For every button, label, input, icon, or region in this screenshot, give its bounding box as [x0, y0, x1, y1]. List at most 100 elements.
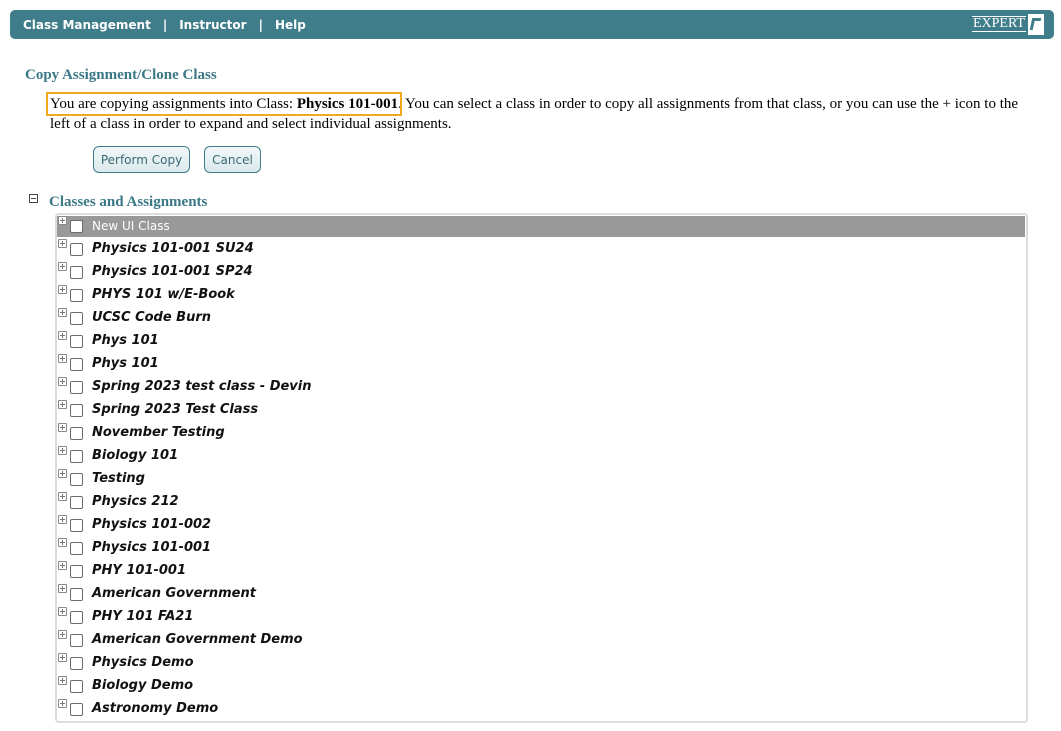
class-checkbox[interactable]: [70, 680, 83, 693]
tree-row[interactable]: American Government: [57, 584, 1025, 605]
logo-icon: [1028, 13, 1044, 35]
class-checkbox[interactable]: [70, 243, 83, 256]
tree-section-title: Classes and Assignments: [49, 194, 208, 210]
class-checkbox[interactable]: [70, 703, 83, 716]
class-checkbox[interactable]: [70, 266, 83, 279]
class-checkbox[interactable]: [70, 427, 83, 440]
class-checkbox[interactable]: [70, 381, 83, 394]
top-nav-bar: Class Management | Instructor | Help EXP…: [10, 10, 1054, 39]
expand-plus-icon[interactable]: [58, 607, 67, 616]
expert-logo[interactable]: EXPERT: [971, 13, 1044, 35]
class-name-label: American Government Demo: [92, 632, 303, 647]
expand-plus-icon[interactable]: [58, 308, 67, 317]
class-name-label: Spring 2023 Test Class: [92, 402, 259, 417]
tree-row[interactable]: Physics 101-001: [57, 538, 1025, 559]
expand-plus-icon[interactable]: [58, 469, 67, 478]
tree-row[interactable]: Physics 101-001 SP24: [57, 262, 1025, 283]
class-name-label: Phys 101: [92, 333, 159, 348]
expand-plus-icon[interactable]: [58, 515, 67, 524]
cancel-button[interactable]: Cancel: [204, 146, 261, 173]
class-name-label: Phys 101: [92, 356, 159, 371]
logo-text: EXPERT: [971, 16, 1026, 32]
tree-row[interactable]: PHY 101-001: [57, 561, 1025, 582]
nav-class-management[interactable]: Class Management: [23, 18, 151, 32]
class-checkbox[interactable]: [70, 565, 83, 578]
class-checkbox[interactable]: [70, 358, 83, 371]
class-name-label: November Testing: [92, 425, 225, 440]
expand-plus-icon[interactable]: [58, 216, 67, 225]
class-checkbox[interactable]: [70, 634, 83, 647]
expand-plus-icon[interactable]: [58, 262, 67, 271]
class-checkbox[interactable]: [70, 312, 83, 325]
tree-row[interactable]: PHY 101 FA21: [57, 607, 1025, 628]
tree-row[interactable]: November Testing: [57, 423, 1025, 444]
tree-row[interactable]: Physics 212: [57, 492, 1025, 513]
collapse-icon[interactable]: [29, 194, 38, 203]
target-class-name: Physics 101-001: [296, 96, 399, 112]
class-name-label: Biology 101: [92, 448, 179, 463]
nav-help[interactable]: Help: [275, 18, 306, 32]
expand-plus-icon[interactable]: [58, 285, 67, 294]
class-checkbox[interactable]: [70, 588, 83, 601]
tree-row[interactable]: Physics 101-001 SU24: [57, 239, 1025, 260]
expand-plus-icon[interactable]: [58, 538, 67, 547]
class-name-label: Physics 101-001: [92, 540, 212, 555]
class-name-label: UCSC Code Burn: [92, 310, 212, 325]
class-name-label: Physics Demo: [92, 655, 194, 670]
tree-row[interactable]: American Government Demo: [57, 630, 1025, 651]
tree-row[interactable]: PHYS 101 w/E-Book: [57, 285, 1025, 306]
tree-row[interactable]: Testing: [57, 469, 1025, 490]
class-checkbox[interactable]: [70, 611, 83, 624]
tree-row[interactable]: Biology 101: [57, 446, 1025, 467]
tree-row[interactable]: New UI Class: [57, 216, 1025, 237]
class-checkbox[interactable]: [70, 404, 83, 417]
class-name-label: PHY 101 FA21: [92, 609, 194, 624]
class-name-label: Biology Demo: [92, 678, 194, 693]
expand-plus-icon[interactable]: [58, 354, 67, 363]
tree-row[interactable]: Biology Demo: [57, 676, 1025, 697]
expand-plus-icon[interactable]: [58, 446, 67, 455]
class-checkbox[interactable]: [70, 657, 83, 670]
expand-plus-icon[interactable]: [58, 492, 67, 501]
perform-copy-button[interactable]: Perform Copy: [93, 146, 190, 173]
tree-row[interactable]: Phys 101: [57, 354, 1025, 375]
class-checkbox[interactable]: [70, 220, 83, 233]
class-checkbox[interactable]: [70, 450, 83, 463]
target-class-notice: You are copying assignments into Class: …: [45, 92, 403, 116]
tree-row[interactable]: Phys 101: [57, 331, 1025, 352]
expand-plus-icon[interactable]: [58, 699, 67, 708]
expand-plus-icon[interactable]: [58, 584, 67, 593]
class-name-label: Astronomy Demo: [92, 701, 219, 716]
tree-row[interactable]: Physics Demo: [57, 653, 1025, 674]
tree-row[interactable]: Spring 2023 Test Class: [57, 400, 1025, 421]
class-checkbox[interactable]: [70, 473, 83, 486]
expand-plus-icon[interactable]: [58, 423, 67, 432]
expand-plus-icon[interactable]: [58, 400, 67, 409]
class-name-label: PHY 101-001: [92, 563, 187, 578]
class-name-label: Spring 2023 test class - Devin: [92, 379, 312, 394]
class-name-label: Physics 101-002: [92, 517, 212, 532]
tree-row[interactable]: Spring 2023 test class - Devin: [57, 377, 1025, 398]
class-checkbox[interactable]: [70, 542, 83, 555]
class-tree: New UI Class Physics 101-001 SU24 Physics …: [55, 213, 1028, 723]
tree-row[interactable]: Astronomy Demo: [57, 699, 1025, 720]
class-checkbox[interactable]: [70, 496, 83, 509]
expand-plus-icon[interactable]: [58, 561, 67, 570]
class-name-label: New UI Class: [92, 219, 170, 233]
class-name-label: Testing: [92, 471, 145, 486]
expand-plus-icon[interactable]: [58, 239, 67, 248]
expand-plus-icon[interactable]: [58, 331, 67, 340]
class-name-label: PHYS 101 w/E-Book: [92, 287, 235, 302]
expand-plus-icon[interactable]: [58, 676, 67, 685]
intro-text: You are copying assignments into Class: …: [45, 92, 1030, 134]
expand-plus-icon[interactable]: [58, 630, 67, 639]
tree-row[interactable]: Physics 101-002: [57, 515, 1025, 536]
class-name-label: Physics 212: [92, 494, 179, 509]
tree-row[interactable]: UCSC Code Burn: [57, 308, 1025, 329]
class-checkbox[interactable]: [70, 335, 83, 348]
class-checkbox[interactable]: [70, 289, 83, 302]
class-checkbox[interactable]: [70, 519, 83, 532]
expand-plus-icon[interactable]: [58, 653, 67, 662]
expand-plus-icon[interactable]: [58, 377, 67, 386]
nav-instructor[interactable]: Instructor: [179, 18, 246, 32]
